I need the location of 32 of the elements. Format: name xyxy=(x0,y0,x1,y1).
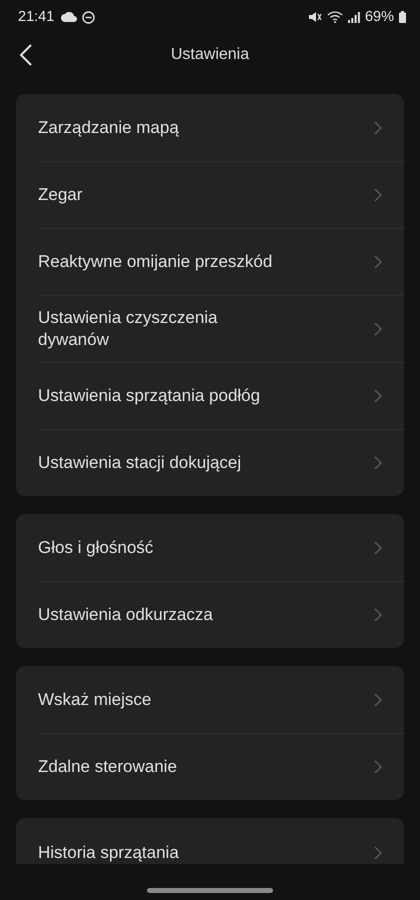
home-indicator[interactable] xyxy=(147,888,273,892)
chevron-icon xyxy=(374,608,382,622)
chevron-icon xyxy=(374,692,382,706)
battery-icon xyxy=(399,11,406,23)
wifi-icon xyxy=(326,11,343,23)
chevron-icon xyxy=(374,456,382,470)
settings-row[interactable]: Ustawienia odkurzacza xyxy=(38,581,404,648)
settings-row[interactable]: Ustawienia sprzątania podłóg xyxy=(38,362,404,429)
chevron-icon xyxy=(374,120,382,134)
cloud-icon xyxy=(61,12,78,22)
mute-icon xyxy=(308,11,322,23)
chevron-icon xyxy=(374,846,382,860)
chevron-icon xyxy=(374,760,382,774)
chevron-icon xyxy=(374,188,382,202)
settings-row[interactable]: Zegar xyxy=(38,161,404,228)
battery-percentage: 69% xyxy=(364,9,394,25)
settings-row[interactable]: Wskaż miejsce xyxy=(38,666,404,733)
chevron-icon xyxy=(374,540,382,554)
settings-row[interactable]: Głos i głośność xyxy=(38,514,404,581)
settings-row[interactable]: Ustawienia czyszczenia dywanów xyxy=(38,295,404,362)
signal-icon xyxy=(348,12,360,22)
do-not-disturb-icon xyxy=(82,10,96,24)
chevron-icon xyxy=(374,322,382,336)
chevron-icon xyxy=(374,389,382,403)
status-time: 21:41 xyxy=(18,9,54,25)
settings-row[interactable]: Historia sprzątania xyxy=(38,818,404,864)
settings-row[interactable]: Zdalne sterowanie xyxy=(38,733,404,800)
page-title: Ustawienia xyxy=(170,46,250,64)
settings-row[interactable]: Zarządzanie mapą xyxy=(38,94,404,161)
chevron-icon xyxy=(374,255,382,269)
settings-row[interactable]: Ustawienia stacji dokującej xyxy=(38,429,404,496)
settings-row[interactable]: Reaktywne omijanie przeszkód xyxy=(38,228,404,295)
